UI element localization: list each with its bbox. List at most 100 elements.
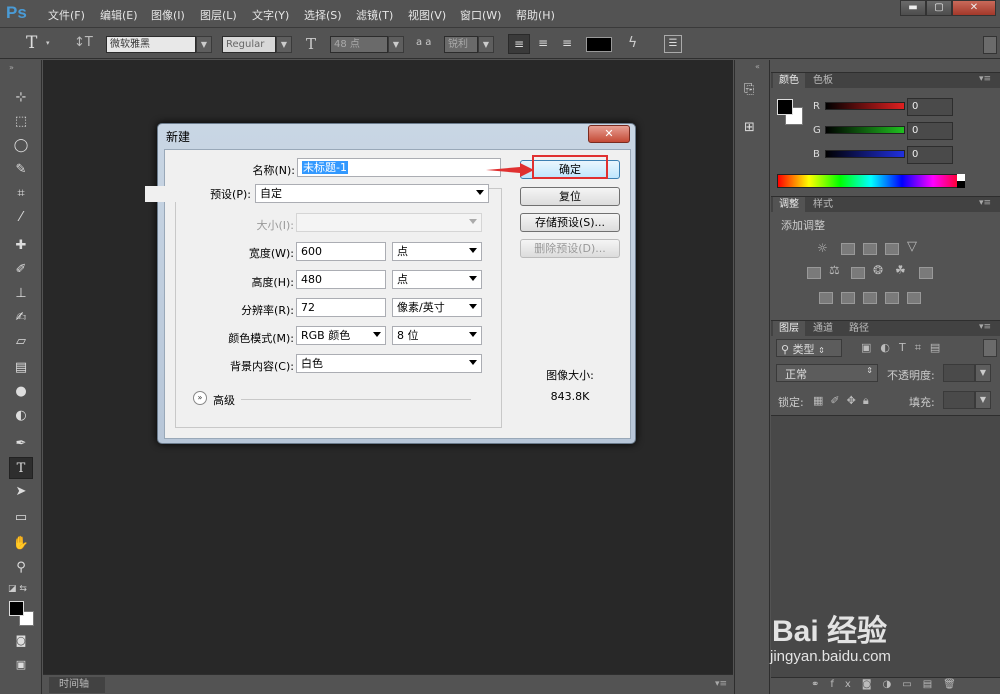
collapse-toolbar-icon[interactable]: » — [9, 63, 14, 72]
timeline-menu-icon[interactable]: ▾≡ — [715, 679, 727, 689]
align-right-icon[interactable]: ≡ — [556, 34, 578, 54]
dialog-close-button[interactable]: ✕ — [588, 125, 630, 143]
black-white-adjust-icon[interactable] — [851, 267, 865, 279]
blur-tool-icon[interactable]: ● — [9, 381, 33, 403]
menu-layer[interactable]: 图层(L) — [200, 7, 237, 23]
layer-filter-icons[interactable]: ▣◐T⌗▤ — [861, 341, 949, 355]
opacity-field[interactable] — [943, 364, 975, 382]
collapse-strip-icon[interactable]: « — [755, 62, 760, 71]
default-colors-icon[interactable]: ◪ ⇆ — [8, 584, 27, 594]
channel-r-field[interactable]: 0 — [907, 98, 953, 116]
bit-depth-select[interactable]: 8 位 — [392, 326, 482, 345]
quick-select-tool-icon[interactable]: ✎ — [9, 159, 33, 181]
lock-icons[interactable]: ▦✐✥🔒︎ — [813, 394, 876, 408]
background-select[interactable]: 白色 — [296, 354, 482, 373]
font-family-field[interactable]: 微软雅黑 — [106, 36, 196, 53]
clone-stamp-tool-icon[interactable]: ⊥ — [9, 283, 33, 305]
selective-color-adjust-icon[interactable] — [885, 292, 899, 304]
tab-layers[interactable]: 图层 — [773, 321, 805, 337]
type-tool-active-icon[interactable]: T — [9, 457, 33, 479]
curves-adjust-icon[interactable] — [863, 243, 877, 255]
width-input[interactable]: 600 — [296, 242, 386, 261]
size-select[interactable] — [296, 213, 482, 232]
menu-help[interactable]: 帮助(H) — [516, 7, 555, 23]
font-size-field[interactable]: 48 点 — [330, 36, 388, 53]
text-color-swatch[interactable] — [586, 37, 612, 52]
minimize-button[interactable]: ▬ — [900, 0, 926, 16]
align-left-icon[interactable]: ≡ — [508, 34, 530, 54]
brightness-adjust-icon[interactable]: ☼ — [817, 241, 828, 255]
antialias-field[interactable]: 锐利 — [444, 36, 478, 53]
color-balance-adjust-icon[interactable]: ⚖ — [829, 263, 840, 277]
hue-saturation-adjust-icon[interactable] — [807, 267, 821, 279]
spectrum-bw-swatch[interactable] — [957, 174, 965, 188]
height-input[interactable]: 480 — [296, 270, 386, 289]
menu-filter[interactable]: 滤镜(T) — [356, 7, 393, 23]
properties-panel-icon[interactable]: ⊞ — [744, 120, 755, 135]
channel-r-slider[interactable] — [825, 102, 905, 110]
align-center-icon[interactable]: ≡ — [532, 34, 554, 54]
tab-styles[interactable]: 样式 — [807, 197, 839, 213]
blend-mode-select[interactable]: 正常 ⇕ — [776, 364, 878, 382]
levels-adjust-icon[interactable] — [841, 243, 855, 255]
brush-tool-icon[interactable]: ✐ — [9, 259, 33, 281]
color-panel-menu-icon[interactable]: ▾≡ — [979, 74, 991, 84]
exposure-adjust-icon[interactable] — [885, 243, 899, 255]
color-lookup-adjust-icon[interactable] — [919, 267, 933, 279]
type-tool-icon[interactable]: T — [26, 33, 37, 53]
menu-window[interactable]: 窗口(W) — [460, 7, 501, 23]
close-window-button[interactable]: ✕ — [952, 0, 996, 16]
advanced-expand-icon[interactable]: » — [193, 391, 207, 405]
tab-paths[interactable]: 路径 — [843, 321, 875, 337]
tab-channels[interactable]: 通道 — [807, 321, 839, 337]
character-panel-icon[interactable]: ☰ — [664, 35, 682, 53]
resolution-unit-select[interactable]: 像素/英寸 — [392, 298, 482, 317]
fill-dropdown-icon[interactable]: ▼ — [975, 391, 991, 409]
filter-toggle-icon[interactable] — [983, 339, 997, 357]
history-panel-icon[interactable]: ⎘ — [744, 82, 754, 97]
rectangle-tool-icon[interactable]: ▭ — [9, 507, 33, 529]
gradient-tool-icon[interactable]: ▤ — [9, 357, 33, 379]
tab-color[interactable]: 颜色 — [773, 73, 805, 89]
color-mode-select[interactable]: RGB 颜色 — [296, 326, 386, 345]
history-brush-tool-icon[interactable]: ✍ — [9, 307, 33, 329]
preset-select[interactable]: 自定 — [255, 184, 489, 203]
font-style-dropdown-icon[interactable]: ▼ — [276, 36, 292, 53]
delete-preset-button[interactable]: 删除预设(D)... — [520, 239, 620, 258]
font-style-field[interactable]: Regular — [222, 36, 276, 53]
path-selection-tool-icon[interactable]: ➤ — [9, 481, 33, 503]
quick-mask-icon[interactable]: ◙ — [9, 630, 33, 652]
dodge-tool-icon[interactable]: ◐ — [9, 405, 33, 427]
channel-g-slider[interactable] — [825, 126, 905, 134]
marquee-tool-icon[interactable]: ⬚ — [9, 111, 33, 133]
antialias-dropdown-icon[interactable]: ▼ — [478, 36, 494, 53]
tab-swatches[interactable]: 色板 — [807, 73, 839, 89]
save-preset-button[interactable]: 存储预设(S)... — [520, 213, 620, 232]
layer-filter-select[interactable]: ⚲ 类型 ⇕ — [776, 339, 842, 357]
layers-panel-menu-icon[interactable]: ▾≡ — [979, 322, 991, 332]
width-unit-select[interactable]: 点 — [392, 242, 482, 261]
warp-text-icon[interactable]: ϟ — [628, 35, 637, 51]
layers-footer-icons[interactable]: ⚭fx◙◑▭▤🗑︎ — [811, 679, 967, 690]
hand-tool-icon[interactable]: ✋ — [9, 533, 33, 555]
timeline-tab[interactable]: 时间轴 — [49, 677, 105, 693]
foreground-color-swatch[interactable] — [9, 601, 24, 616]
menu-file[interactable]: 文件(F) — [48, 7, 85, 23]
reset-button[interactable]: 复位 — [520, 187, 620, 206]
advanced-label[interactable]: 高级 — [213, 392, 235, 408]
channel-mixer-adjust-icon[interactable]: ☘ — [895, 263, 906, 277]
invert-adjust-icon[interactable] — [819, 292, 833, 304]
menu-select[interactable]: 选择(S) — [304, 7, 342, 23]
photo-filter-adjust-icon[interactable]: ❂ — [873, 263, 883, 277]
opacity-dropdown-icon[interactable]: ▼ — [975, 364, 991, 382]
screen-mode-icon[interactable]: ▣ — [9, 654, 33, 676]
threshold-adjust-icon[interactable] — [863, 292, 877, 304]
text-orientation-icon[interactable]: ↕T — [74, 35, 93, 50]
tab-adjustments[interactable]: 调整 — [773, 197, 805, 213]
move-tool-icon[interactable]: ⊹ — [9, 87, 33, 109]
height-unit-select[interactable]: 点 — [392, 270, 482, 289]
maximize-button[interactable]: ▢ — [926, 0, 952, 16]
menu-view[interactable]: 视图(V) — [408, 7, 446, 23]
workspace-icon[interactable] — [983, 36, 997, 54]
menu-image[interactable]: 图像(I) — [151, 7, 185, 23]
